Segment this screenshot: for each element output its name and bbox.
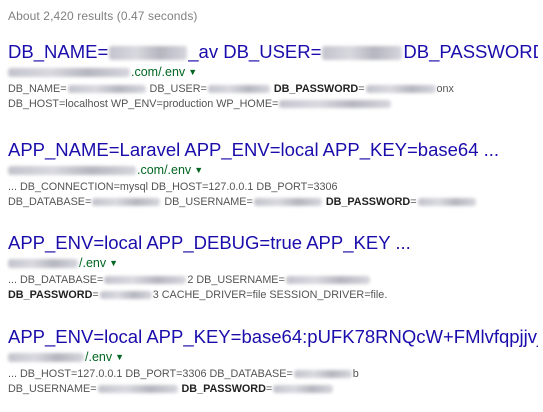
title-text: APP_NAME=Laravel APP_ENV=local APP_KEY=b… [8, 139, 500, 160]
redacted-text [285, 276, 370, 285]
url-text: .com/.env [131, 65, 186, 79]
search-result: APP_ENV=local APP_KEY=base64:pUFK78RNQcW… [8, 326, 538, 397]
snippet-line: ... DB_HOST=127.0.0.1 DB_PORT=3306 DB_DA… [8, 367, 538, 382]
caret-down-icon[interactable]: ▼ [194, 165, 203, 175]
snippet-keyword: DB_PASSWORD [273, 83, 359, 95]
redacted-text [417, 198, 476, 207]
result-stats: About 2,420 results (0.47 seconds) [8, 9, 198, 23]
caret-down-icon[interactable]: ▼ [188, 67, 197, 77]
snippet-line: DB_PASSWORD= 3 CACHE_DRIVER=file SESSION_… [8, 288, 538, 303]
redacted-text [273, 385, 334, 394]
snippet-text: = [410, 196, 417, 208]
snippet-text: DB_HOST=localhost WP_ENV=production WP_H… [8, 98, 279, 110]
snippet-text: DB_USERNAME= [164, 196, 253, 208]
result-snippet: ... DB_DATABASE= 2 DB_USERNAME= DB_PASSWO… [8, 273, 538, 303]
result-snippet: ... DB_CONNECTION=mysql DB_HOST=127.0.0.… [8, 180, 538, 210]
snippet-text: DB_DATABASE= [8, 196, 92, 208]
search-results-page: About 2,420 results (0.47 seconds) DB_NA… [0, 0, 543, 412]
redacted-text [67, 85, 146, 94]
search-result: DB_NAME= _av DB_USER= DB_PASSWORD ... .com… [8, 41, 538, 112]
snippet-keyword: DB_PASSWORD [325, 196, 411, 208]
redacted-text [365, 85, 436, 94]
result-url: /.env ▼ [8, 255, 538, 271]
title-text: _av DB_USER= [188, 41, 322, 62]
redacted-text [109, 46, 188, 61]
url-text: /.env [85, 350, 113, 364]
title-text: APP_ENV=local APP_DEBUG=true APP_KEY ... [8, 232, 411, 253]
result-snippet: ... DB_HOST=127.0.0.1 DB_PORT=3306 DB_DA… [8, 367, 538, 397]
result-title-link[interactable]: DB_NAME= _av DB_USER= DB_PASSWORD ... [8, 41, 538, 63]
snippet-text: DB_USERNAME= [8, 383, 97, 395]
redacted-text [92, 198, 161, 207]
snippet-text: DB_USER= [149, 83, 207, 95]
redacted-domain [8, 259, 78, 269]
snippet-line: DB_HOST=localhost WP_ENV=production WP_H… [8, 97, 538, 112]
snippet-keyword: DB_PASSWORD [8, 289, 93, 301]
snippet-line: DB_NAME= DB_USER= DB_PASSWORD= onx [8, 82, 538, 97]
redacted-text [104, 276, 187, 285]
snippet-line: ... DB_DATABASE= 2 DB_USERNAME= [8, 273, 538, 288]
redacted-text [97, 385, 178, 394]
snippet-text: = [265, 383, 273, 395]
snippet-line: DB_USERNAME= DB_PASSWORD= [8, 382, 538, 397]
snippet-text: 2 DB_USERNAME= [187, 274, 285, 286]
result-title-link[interactable]: APP_ENV=local APP_DEBUG=true APP_KEY ... [8, 232, 538, 254]
result-snippet: DB_NAME= DB_USER= DB_PASSWORD= onx DB_HOS… [8, 82, 538, 112]
redacted-domain [8, 166, 136, 176]
snippet-text: onx [436, 83, 454, 95]
search-result: APP_ENV=local APP_DEBUG=true APP_KEY ...… [8, 232, 538, 303]
result-url: .com/.env ▼ [8, 162, 538, 178]
result-url: .com/.env ▼ [8, 64, 538, 80]
redacted-text [253, 198, 322, 207]
snippet-text: b [352, 368, 359, 380]
title-text: DB_NAME= [8, 41, 109, 62]
redacted-text [207, 85, 270, 94]
caret-down-icon[interactable]: ▼ [109, 258, 118, 268]
snippet-keyword: DB_PASSWORD [181, 383, 266, 395]
result-title-link[interactable]: APP_NAME=Laravel APP_ENV=local APP_KEY=b… [8, 139, 538, 161]
url-text: /.env [79, 256, 107, 270]
snippet-text: = [358, 83, 365, 95]
redacted-domain [8, 353, 84, 363]
snippet-text: = [92, 289, 99, 301]
snippet-text: ... DB_HOST=127.0.0.1 DB_PORT=3306 DB_DA… [8, 368, 293, 380]
redacted-text [99, 291, 152, 300]
redacted-text [279, 100, 392, 109]
caret-down-icon[interactable]: ▼ [115, 352, 124, 362]
search-result: APP_NAME=Laravel APP_ENV=local APP_KEY=b… [8, 139, 538, 210]
title-text: DB_PASSWORD ... [403, 41, 538, 62]
snippet-text: DB_NAME= [8, 83, 67, 95]
redacted-domain [8, 68, 130, 78]
snippet-line: ... DB_CONNECTION=mysql DB_HOST=127.0.0.… [8, 181, 338, 193]
title-text: APP_ENV=local APP_KEY=base64:pUFK78RNQcW… [8, 326, 538, 347]
redacted-text [293, 370, 352, 379]
result-title-link[interactable]: APP_ENV=local APP_KEY=base64:pUFK78RNQcW… [8, 326, 538, 348]
redacted-text [322, 46, 403, 61]
snippet-text: 3 CACHE_DRIVER=file SESSION_DRIVER=file. [152, 289, 388, 301]
url-text: .com/.env [137, 163, 192, 177]
result-url: /.env ▼ [8, 349, 538, 365]
snippet-text: ... DB_DATABASE= [8, 274, 104, 286]
snippet-line: DB_DATABASE= DB_USERNAME= DB_PASSWORD= [8, 195, 538, 210]
